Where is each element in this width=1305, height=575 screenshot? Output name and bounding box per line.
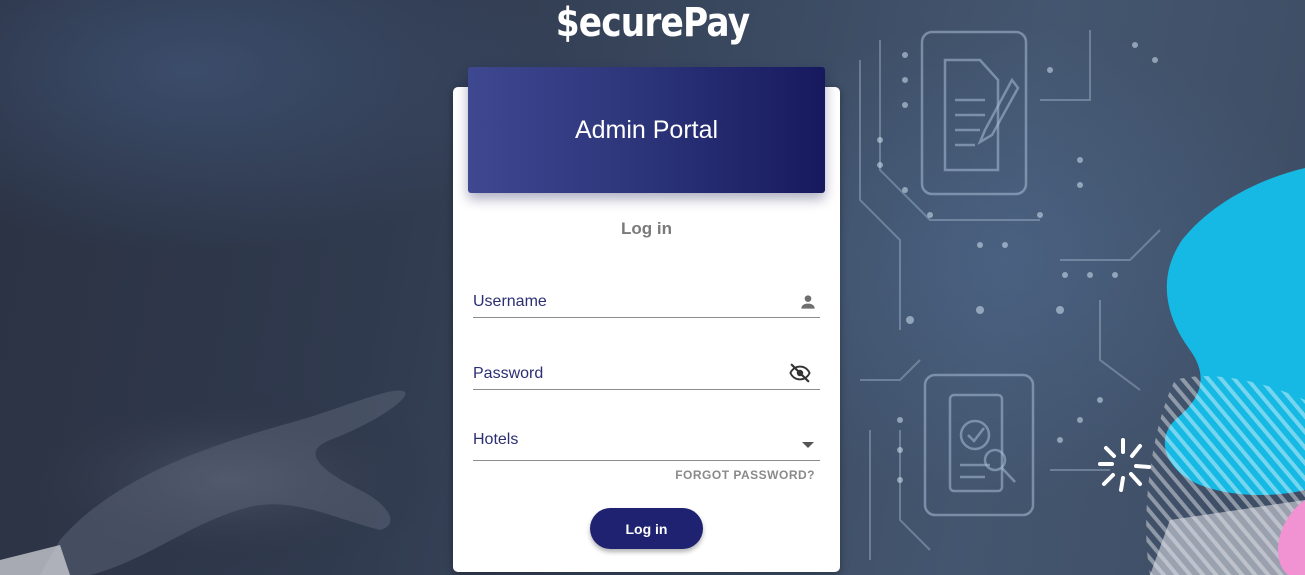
username-label: Username — [473, 293, 547, 310]
hotels-label: Hotels — [473, 431, 519, 448]
circuit-dots — [877, 42, 1158, 483]
card-header: Admin Portal — [468, 67, 825, 193]
clipboard-check-icon — [923, 373, 1035, 517]
dropdown-arrow-icon[interactable] — [802, 442, 814, 450]
document-icon — [920, 30, 1028, 196]
brand-logo: $ecurePay — [555, 0, 750, 46]
password-label: Password — [473, 365, 544, 382]
username-field[interactable]: Username — [473, 287, 820, 318]
login-heading: Log in — [621, 219, 672, 238]
visibility-off-icon[interactable] — [788, 362, 812, 384]
login-button[interactable]: Log in — [590, 508, 703, 549]
decor-left-wedge — [0, 545, 70, 575]
sparkle-icon — [1098, 438, 1151, 492]
forgot-password-link[interactable]: FORGOT PASSWORD? — [600, 468, 815, 482]
hotels-select[interactable]: Hotels — [473, 430, 820, 461]
person-icon — [801, 295, 815, 309]
password-field[interactable]: Password — [473, 359, 820, 390]
portal-title: Admin Portal — [574, 115, 719, 144]
circuit-lines — [859, 30, 1161, 560]
login-page: $ecurePay Admin Portal Log in Username P… — [0, 0, 1305, 575]
